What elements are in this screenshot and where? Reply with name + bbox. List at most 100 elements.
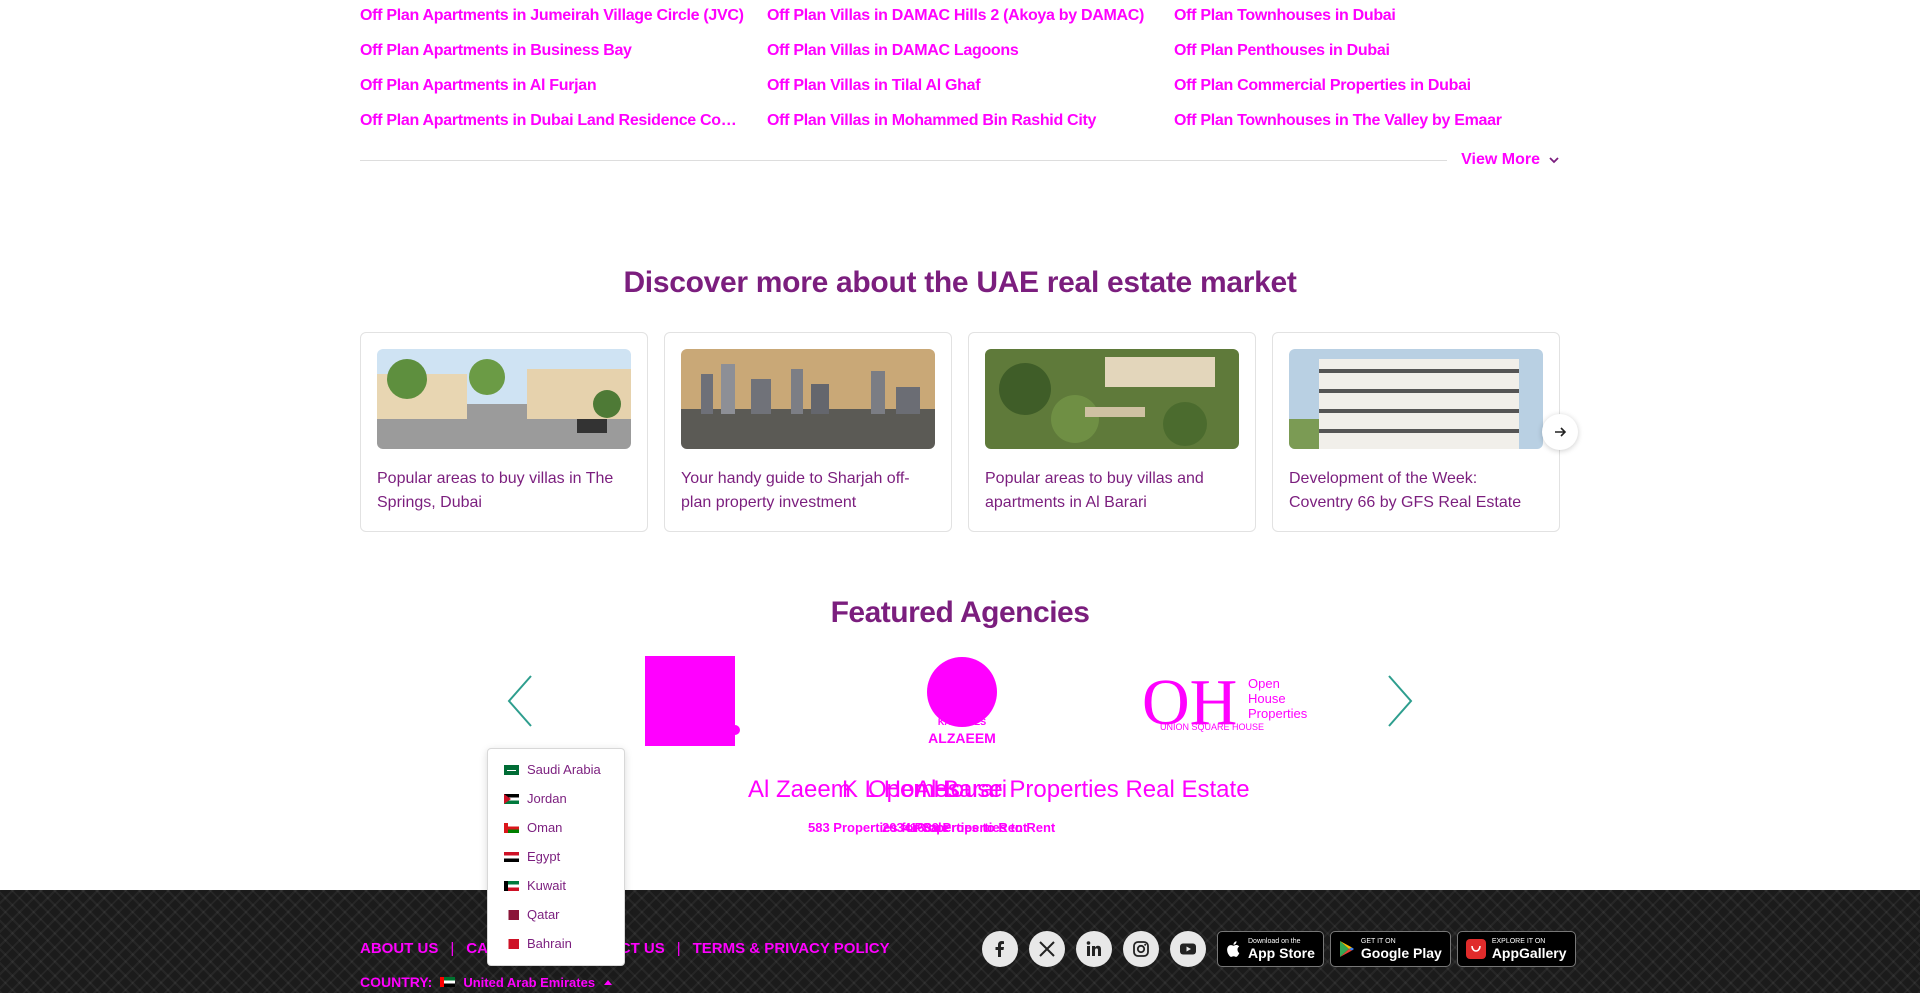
arrow-right-icon — [1555, 427, 1567, 437]
article-image — [1289, 349, 1543, 449]
agency-logo[interactable] — [645, 656, 740, 746]
country-option-label: Saudi Arabia — [527, 762, 601, 777]
google-play-icon — [1339, 941, 1354, 957]
agency-logo[interactable]: OH Open House Properties UNION SQUARE HO… — [1140, 664, 1320, 739]
country-option-label: Jordan — [527, 791, 567, 806]
popular-link[interactable]: Off Plan Villas in Mohammed Bin Rashid C… — [767, 105, 1174, 140]
article-carousel: Popular areas to buy villas in The Sprin… — [360, 332, 1560, 532]
discover-title: Discover more about the UAE real estate … — [623, 266, 1297, 299]
country-option-saudi-arabia[interactable]: Saudi Arabia — [488, 755, 624, 784]
kl-logo-bottom-text: ALZAEEM — [928, 730, 996, 746]
view-more-row: View More — [360, 148, 1560, 172]
youtube-button[interactable] — [1170, 931, 1206, 967]
country-label: COUNTRY: — [360, 974, 433, 990]
links-column-other: Off Plan Townhouses in Dubai Off Plan Pe… — [1174, 0, 1560, 140]
footer-separator: | — [450, 940, 455, 957]
facebook-icon — [995, 941, 1004, 957]
linkedin-icon — [1086, 941, 1101, 956]
bahrain-flag-icon — [504, 938, 519, 949]
google-play-big-text: Google Play — [1360, 944, 1442, 961]
app-store-badge[interactable]: Download on the App Store — [1217, 931, 1324, 967]
country-option-jordan[interactable]: Jordan — [488, 784, 624, 813]
app-store-text: Download on the App Store — [1248, 938, 1315, 961]
agency-logo-al-zaeem — [645, 656, 740, 746]
youtube-icon — [1180, 943, 1196, 955]
apple-icon — [1227, 941, 1240, 957]
jordan-flag-icon — [504, 793, 519, 804]
kuwait-flag-icon — [504, 880, 519, 891]
popular-links-section: Off Plan Apartments in Jumeirah Village … — [360, 0, 1560, 140]
popular-link[interactable]: Off Plan Townhouses in The Valley by Ema… — [1174, 105, 1560, 140]
country-option-qatar[interactable]: Qatar — [488, 900, 624, 929]
oh-logo-word: Open — [1248, 676, 1280, 691]
oh-logo-subtext: UNION SQUARE HOUSE — [1160, 722, 1264, 732]
chevron-left-icon — [507, 675, 532, 727]
google-play-badge[interactable]: GET IT ON Google Play — [1329, 931, 1451, 967]
caret-up-icon — [604, 980, 613, 985]
article-card[interactable]: Popular areas to buy villas in The Sprin… — [360, 332, 648, 532]
country-dropdown-menu: Saudi Arabia Jordan Oman Egypt Kuwait Qa… — [487, 748, 625, 966]
article-card[interactable]: Popular areas to buy villas and apartmen… — [968, 332, 1256, 532]
qatar-flag-icon — [504, 909, 519, 920]
huawei-appgallery-icon — [1465, 939, 1486, 959]
footer-link-terms[interactable]: TERMS & PRIVACY POLICY — [693, 940, 890, 957]
x-twitter-button[interactable] — [1029, 931, 1065, 967]
agencies-prev-button[interactable] — [505, 674, 535, 728]
appgallery-text: EXPLORE IT ON AppGallery — [1492, 938, 1567, 961]
chevron-right-icon — [1388, 675, 1413, 727]
footer-link-about[interactable]: ABOUT US — [360, 940, 438, 957]
view-more-label: View More — [1461, 151, 1540, 168]
article-card[interactable]: Your handy guide to Sharjah off-plan pro… — [664, 332, 952, 532]
x-twitter-icon — [1039, 941, 1055, 957]
popular-link[interactable]: Off Plan Villas in DAMAC Lagoons — [767, 35, 1174, 70]
agency-logo[interactable]: KA HOMES ALZAEEM — [925, 656, 1000, 748]
view-more-button[interactable]: View More — [1461, 151, 1560, 169]
agencies-next-button[interactable] — [1385, 674, 1415, 728]
carousel-next-button[interactable] — [1542, 414, 1578, 450]
country-option-egypt[interactable]: Egypt — [488, 842, 624, 871]
article-image — [681, 349, 935, 449]
oh-logo-word: Properties — [1248, 706, 1308, 721]
kl-logo-top-text: KA HOMES — [938, 717, 986, 727]
country-option-label: Bahrain — [527, 936, 572, 951]
country-option-label: Kuwait — [527, 878, 567, 893]
popular-link[interactable]: Off Plan Apartments in Jumeirah Village … — [360, 0, 767, 35]
featured-agencies-title: Featured Agencies — [830, 596, 1090, 629]
popular-link[interactable]: Off Plan Villas in DAMAC Hills 2 (Akoya … — [767, 0, 1174, 35]
links-column-apartments: Off Plan Apartments in Jumeirah Village … — [360, 0, 767, 140]
country-option-kuwait[interactable]: Kuwait — [488, 871, 624, 900]
footer: ABOUT US | CAREERS | CONTACT US | TERMS … — [0, 890, 1920, 993]
appgallery-big-text: AppGallery — [1491, 944, 1567, 961]
appgallery-badge[interactable]: EXPLORE IT ON AppGallery — [1456, 931, 1576, 967]
country-option-oman[interactable]: Oman — [488, 813, 624, 842]
agency-name[interactable]: Open House Properties Real Estate — [868, 776, 1250, 804]
linkedin-button[interactable] — [1076, 931, 1112, 967]
popular-link[interactable]: Off Plan Villas in Tilal Al Ghaf — [767, 70, 1174, 105]
oh-logo-word: House — [1248, 691, 1286, 706]
google-play-text: GET IT ON Google Play — [1361, 938, 1442, 961]
article-card[interactable]: Development of the Week: Coventry 66 by … — [1272, 332, 1560, 532]
egypt-flag-icon — [504, 851, 519, 862]
article-caption: Your handy guide to Sharjah off-plan pro… — [681, 470, 910, 511]
instagram-icon — [1133, 941, 1149, 957]
agency-name[interactable]: Al Zaeem — [748, 776, 851, 804]
popular-link[interactable]: Off Plan Apartments in Business Bay — [360, 35, 767, 70]
popular-link[interactable]: Off Plan Penthouses in Dubai — [1174, 35, 1560, 70]
facebook-button[interactable] — [982, 931, 1018, 967]
article-image — [377, 349, 631, 449]
popular-link[interactable]: Off Plan Townhouses in Dubai — [1174, 0, 1560, 35]
agency-logo-kl-homes: KA HOMES ALZAEEM — [927, 657, 997, 746]
popular-link[interactable]: Off Plan Apartments in Al Furjan — [360, 70, 767, 105]
country-option-label: Qatar — [527, 907, 560, 922]
article-caption: Popular areas to buy villas and apartmen… — [985, 470, 1204, 511]
footer-separator: | — [676, 940, 681, 957]
country-value: United Arab Emirates — [463, 974, 596, 990]
instagram-button[interactable] — [1123, 931, 1159, 967]
agency-property-counts: 583 Properties for Sale 2034 Properties … — [800, 820, 1130, 840]
country-option-bahrain[interactable]: Bahrain — [488, 929, 624, 958]
popular-link[interactable]: Off Plan Apartments in Dubai Land Reside… — [360, 105, 767, 140]
popular-link[interactable]: Off Plan Commercial Properties in Dubai — [1174, 70, 1560, 105]
oman-flag-icon — [504, 822, 519, 833]
country-dropdown-toggle[interactable]: United Arab Emirates — [440, 975, 613, 990]
uae-flag-icon — [440, 977, 456, 987]
